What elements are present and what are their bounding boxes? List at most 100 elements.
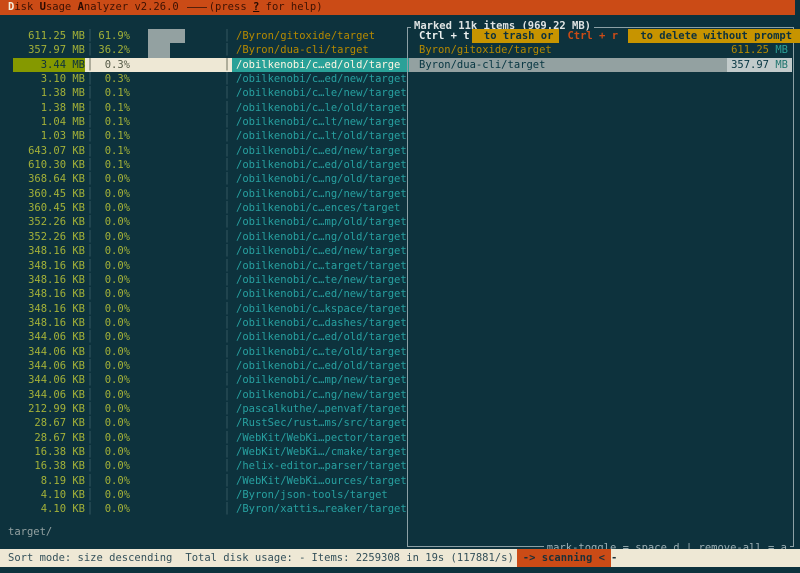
- list-row[interactable]: 344.06 KB│0.0%│/obilkenobi/c…mp/new/targ…: [0, 373, 412, 387]
- list-row[interactable]: 352.26 KB│0.0%│/obilkenobi/c…ng/old/targ…: [0, 230, 412, 244]
- items-count-label: Items: 2259308 in 19s (117881/s): [311, 549, 513, 567]
- list-row[interactable]: 344.06 KB│0.0%│/obilkenobi/c…ed/old/targ…: [0, 359, 412, 373]
- list-row[interactable]: 1.03 MB│0.1%│/obilkenobi/c…lt/old/target: [0, 129, 412, 143]
- list-row[interactable]: 1.38 MB│0.1%│/obilkenobi/c…le/new/target: [0, 86, 412, 100]
- list-row[interactable]: 611.25 MB│61.9%│/Byron/gitoxide/target: [0, 29, 412, 43]
- entry-percentage: 0.0%: [95, 302, 130, 316]
- list-row[interactable]: 348.16 KB│0.0%│/obilkenobi/c…te/new/targ…: [0, 273, 412, 287]
- usage-bar-zone: [130, 158, 222, 172]
- column-separator: │: [85, 287, 95, 301]
- list-row[interactable]: 360.45 KB│0.0%│/obilkenobi/c…ng/new/targ…: [0, 187, 412, 201]
- list-row[interactable]: 368.64 KB│0.0%│/obilkenobi/c…ng/old/targ…: [0, 172, 412, 186]
- entry-size: 610.30 KB: [13, 158, 85, 172]
- entry-path: /obilkenobi/c…lt/new/target: [232, 115, 412, 129]
- marked-item-size-number: 357.97: [731, 59, 775, 71]
- usage-bar-zone: [130, 359, 222, 373]
- entry-percentage: 61.9%: [95, 29, 130, 43]
- entry-path: /Byron/gitoxide/target: [232, 29, 412, 43]
- usage-bar-zone: [130, 72, 222, 86]
- list-row[interactable]: 1.04 MB│0.1%│/obilkenobi/c…lt/new/target: [0, 115, 412, 129]
- list-row[interactable]: 348.16 KB│0.0%│/obilkenobi/c…dashes/targ…: [0, 316, 412, 330]
- entry-size: 357.97 MB: [13, 43, 85, 57]
- list-row[interactable]: 3.44 MB│0.3%│/obilkenobi/c…ed/old/targe: [0, 58, 412, 72]
- column-separator: │: [85, 259, 95, 273]
- entry-percentage: 0.0%: [95, 445, 130, 459]
- list-row[interactable]: 4.10 KB│0.0%│/Byron/xattis…reaker/target: [0, 502, 412, 516]
- column-separator: │: [85, 72, 95, 86]
- usage-bar-zone: [130, 129, 222, 143]
- list-row[interactable]: 8.19 KB│0.0%│/WebKit/WebKi…ources/target: [0, 474, 412, 488]
- marked-item-row[interactable]: Byron/gitoxide/target611.25 MB: [409, 43, 792, 57]
- list-row[interactable]: 348.16 KB│0.0%│/obilkenobi/c…target/targ…: [0, 259, 412, 273]
- entry-percentage: 0.0%: [95, 345, 130, 359]
- entry-size: 348.16 KB: [13, 259, 85, 273]
- column-separator: │: [222, 474, 232, 488]
- entry-path: /obilkenobi/c…ed/new/target: [232, 144, 412, 158]
- list-row[interactable]: 3.10 MB│0.3%│/obilkenobi/c…ed/new/target: [0, 72, 412, 86]
- entry-percentage: 0.0%: [95, 330, 130, 344]
- entry-path: /obilkenobi/c…kspace/target: [232, 302, 412, 316]
- list-row[interactable]: 344.06 KB│0.0%│/obilkenobi/c…ng/new/targ…: [0, 388, 412, 402]
- usage-bar-zone: [130, 172, 222, 186]
- usage-bar-zone: [130, 86, 222, 100]
- list-row[interactable]: 28.67 KB│0.0%│/WebKit/WebKi…pector/targe…: [0, 431, 412, 445]
- list-row[interactable]: 643.07 KB│0.1%│/obilkenobi/c…ed/new/targ…: [0, 144, 412, 158]
- list-row[interactable]: 16.38 KB│0.0%│/helix-editor…parser/targe…: [0, 459, 412, 473]
- column-separator: │: [85, 330, 95, 344]
- column-separator: │: [85, 187, 95, 201]
- trash-hint-label: to trash or: [472, 29, 560, 43]
- entry-path: /helix-editor…parser/target: [232, 459, 412, 473]
- list-row[interactable]: 348.16 KB│0.0%│/obilkenobi/c…kspace/targ…: [0, 302, 412, 316]
- column-separator: │: [222, 58, 232, 72]
- entry-path: /pascalkuthe/…penvaf/target: [232, 402, 412, 416]
- app-title-bar: Disk Usage Analyzer v2.26.0(press ? for …: [0, 0, 795, 15]
- list-row[interactable]: 344.06 KB│0.0%│/obilkenobi/c…te/old/targ…: [0, 345, 412, 359]
- column-separator: │: [222, 502, 232, 516]
- list-row[interactable]: 212.99 KB│0.0%│/pascalkuthe/…penvaf/targ…: [0, 402, 412, 416]
- entry-size: 28.67 KB: [13, 431, 85, 445]
- entry-percentage: 0.0%: [95, 201, 130, 215]
- entry-size: 352.26 KB: [13, 230, 85, 244]
- entry-path: /obilkenobi/c…te/new/target: [232, 273, 412, 287]
- usage-bar-zone: [130, 474, 222, 488]
- delete-hint-label: to delete without prompt: [628, 29, 800, 43]
- list-row[interactable]: 360.45 KB│0.0%│/obilkenobi/c…ences/targe…: [0, 201, 412, 215]
- scanning-indicator-tail: -: [611, 549, 617, 567]
- marked-item-row[interactable]: Byron/dua-cli/target357.97 MB: [409, 58, 792, 72]
- usage-bar-zone: [130, 287, 222, 301]
- entry-path: /Byron/dua-cli/target: [232, 43, 412, 57]
- list-row[interactable]: 1.38 MB│0.1%│/obilkenobi/c…le/old/target: [0, 101, 412, 115]
- list-row[interactable]: 357.97 MB│36.2%│/Byron/dua-cli/target: [0, 43, 412, 57]
- column-separator: │: [85, 416, 95, 430]
- column-separator: │: [85, 201, 95, 215]
- list-row[interactable]: 352.26 KB│0.0%│/obilkenobi/c…mp/old/targ…: [0, 215, 412, 229]
- list-row[interactable]: 344.06 KB│0.0%│/obilkenobi/c…ed/old/targ…: [0, 330, 412, 344]
- entry-size: 4.10 KB: [13, 502, 85, 516]
- entry-size: 344.06 KB: [13, 345, 85, 359]
- usage-bar-zone: [130, 101, 222, 115]
- entry-path: /WebKit/WebKi…ources/target: [232, 474, 412, 488]
- underline-decoration: [187, 7, 207, 8]
- sort-mode-label: Sort mode: size descending: [8, 549, 172, 567]
- usage-bar-zone: [130, 187, 222, 201]
- column-separator: │: [85, 244, 95, 258]
- column-separator: │: [222, 402, 232, 416]
- usage-bar-zone: [130, 402, 222, 416]
- entry-percentage: 0.0%: [95, 172, 130, 186]
- entry-percentage: 0.0%: [95, 474, 130, 488]
- entry-path: /WebKit/WebKi…pector/target: [232, 431, 412, 445]
- list-row[interactable]: 610.30 KB│0.1%│/obilkenobi/c…ed/old/targ…: [0, 158, 412, 172]
- column-separator: │: [85, 86, 95, 100]
- list-row[interactable]: 348.16 KB│0.0%│/obilkenobi/c…ed/new/targ…: [0, 287, 412, 301]
- column-separator: │: [222, 287, 232, 301]
- list-row[interactable]: 16.38 KB│0.0%│/WebKit/WebKi…/cmake/targe…: [0, 445, 412, 459]
- list-row[interactable]: 348.16 KB│0.0%│/obilkenobi/c…ed/new/targ…: [0, 244, 412, 258]
- entry-path: /obilkenobi/c…le/new/target: [232, 86, 412, 100]
- list-row[interactable]: 28.67 KB│0.0%│/RustSec/rust…ms/src/targe…: [0, 416, 412, 430]
- column-separator: │: [85, 474, 95, 488]
- list-row[interactable]: 4.10 KB│0.0%│/Byron/json-tools/target: [0, 488, 412, 502]
- entry-percentage: 0.0%: [95, 502, 130, 516]
- entry-size: 348.16 KB: [13, 302, 85, 316]
- column-separator: │: [222, 273, 232, 287]
- marked-shortcut-hint-row: Ctrl + t to trash orCtrl + r to delete w…: [409, 29, 792, 43]
